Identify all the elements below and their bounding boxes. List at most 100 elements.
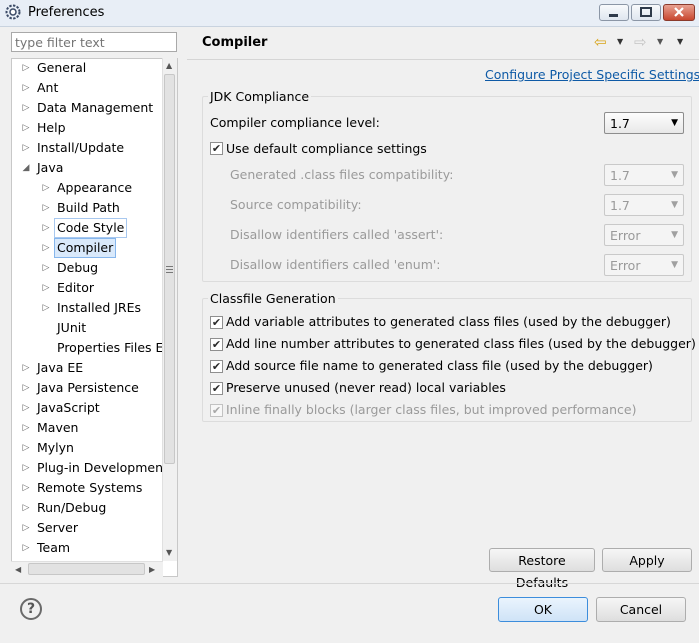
page-title: Compiler	[202, 35, 268, 50]
collapsed-twisty-icon[interactable]: ▷	[41, 279, 51, 297]
line-number-label: Add line number attributes to generated …	[226, 336, 696, 351]
scroll-down-icon[interactable]: ▼	[166, 548, 172, 557]
tree-item-label: Build Path	[57, 200, 120, 215]
assert-combo[interactable]: Error ▼	[604, 224, 684, 246]
maximize-button[interactable]	[631, 4, 661, 21]
preserve-unused-label: Preserve unused (never read) local varia…	[226, 380, 506, 395]
close-icon	[674, 7, 684, 17]
horizontal-scroll-thumb[interactable]	[28, 563, 145, 575]
tree-item-label: Properties Files Ed	[57, 340, 172, 355]
tree-item-label: JUnit	[57, 320, 87, 335]
apply-button[interactable]: Apply	[602, 548, 692, 572]
collapsed-twisty-icon[interactable]: ▷	[41, 299, 51, 317]
collapsed-twisty-icon[interactable]: ▷	[41, 239, 51, 257]
vertical-scroll-thumb[interactable]	[164, 74, 175, 464]
view-menu-icon[interactable]: ▼	[677, 37, 683, 46]
eclipse-gear-icon	[5, 4, 21, 20]
chevron-down-icon: ▼	[671, 260, 678, 270]
collapsed-twisty-icon[interactable]: ▷	[21, 379, 31, 397]
tree-item-label: Data Management	[37, 100, 154, 115]
cancel-button[interactable]: Cancel	[596, 597, 686, 622]
ok-button[interactable]: OK	[498, 597, 588, 622]
minimize-icon	[609, 14, 618, 17]
forward-arrow-icon[interactable]: ⇨	[634, 33, 647, 51]
collapsed-twisty-icon[interactable]: ▷	[41, 219, 51, 237]
tree-item-label: Help	[37, 120, 66, 135]
classfile-generation-title: Classfile Generation	[208, 291, 338, 306]
tree-item-label: Compiler	[54, 238, 117, 258]
collapsed-twisty-icon[interactable]: ▷	[21, 399, 31, 417]
compliance-level-combo[interactable]: 1.7 ▼	[604, 112, 684, 134]
back-dropdown-icon[interactable]: ▼	[617, 37, 623, 46]
inline-finally-checkbox[interactable]: ✔	[210, 404, 223, 417]
collapsed-twisty-icon[interactable]: ▷	[21, 459, 31, 477]
configure-project-settings-link[interactable]: Configure Project Specific Settings...	[485, 67, 699, 82]
footer-separator	[0, 583, 699, 584]
collapsed-twisty-icon[interactable]: ▷	[21, 119, 31, 137]
scroll-left-icon[interactable]: ◀	[15, 565, 21, 574]
help-icon[interactable]: ?	[20, 598, 42, 620]
tree-item-label: Debug	[57, 260, 99, 275]
use-default-checkbox[interactable]: ✔	[210, 142, 223, 155]
jdk-compliance-title: JDK Compliance	[208, 89, 312, 104]
restore-defaults-button[interactable]: Restore Defaults	[489, 548, 595, 590]
compliance-level-label: Compiler compliance level:	[210, 115, 380, 130]
assert-label: Disallow identifiers called 'assert':	[230, 227, 444, 242]
chevron-down-icon: ▼	[671, 200, 678, 210]
tree-item-label: Plug-in Development	[37, 460, 168, 475]
tree-item-label: Maven	[37, 420, 79, 435]
collapsed-twisty-icon[interactable]: ▷	[21, 59, 31, 77]
forward-dropdown-icon[interactable]: ▼	[657, 37, 663, 46]
generated-compat-combo[interactable]: 1.7 ▼	[604, 164, 684, 186]
variable-attributes-label: Add variable attributes to generated cla…	[226, 314, 671, 329]
tree-item-label: Remote Systems	[37, 480, 143, 495]
tree-item-label: Java EE	[37, 360, 84, 375]
collapsed-twisty-icon[interactable]: ▷	[41, 179, 51, 197]
collapsed-twisty-icon[interactable]: ▷	[41, 259, 51, 277]
expanded-twisty-icon[interactable]: ◢	[21, 159, 31, 177]
collapsed-twisty-icon[interactable]: ▷	[21, 359, 31, 377]
preferences-tree[interactable]: ▷ General ▷ Ant ▷ Data Management ▷ Help ▷ Instal…	[11, 58, 178, 577]
preserve-unused-checkbox[interactable]: ✔	[210, 382, 223, 395]
minimize-button[interactable]	[599, 4, 629, 21]
scroll-up-icon[interactable]: ▲	[166, 61, 172, 70]
collapsed-twisty-icon[interactable]: ▷	[21, 479, 31, 497]
tree-item-label: Server	[37, 520, 78, 535]
source-compat-combo[interactable]: 1.7 ▼	[604, 194, 684, 216]
collapsed-twisty-icon[interactable]: ▷	[21, 99, 31, 117]
back-arrow-icon[interactable]: ⇦	[594, 33, 607, 51]
collapsed-twisty-icon[interactable]: ▷	[41, 199, 51, 217]
collapsed-twisty-icon[interactable]: ▷	[21, 519, 31, 537]
enum-combo[interactable]: Error ▼	[604, 254, 684, 276]
variable-attributes-checkbox[interactable]: ✔	[210, 316, 223, 329]
assert-value: Error	[610, 228, 641, 243]
collapsed-twisty-icon[interactable]: ▷	[21, 139, 31, 157]
close-button[interactable]	[663, 4, 695, 21]
collapsed-twisty-icon[interactable]: ▷	[21, 79, 31, 97]
tree-item-label: Ant	[37, 80, 59, 95]
collapsed-twisty-icon[interactable]: ▷	[21, 419, 31, 437]
source-file-name-checkbox[interactable]: ✔	[210, 360, 223, 373]
title-bar	[0, 0, 699, 27]
tree-item-label: Editor	[57, 280, 94, 295]
tree-item-label: Install/Update	[37, 140, 125, 155]
tree-item-label: General	[37, 60, 87, 75]
tree-item-label: Appearance	[57, 180, 133, 195]
chevron-down-icon: ▼	[671, 230, 678, 240]
generated-compat-value: 1.7	[610, 168, 630, 183]
generated-compat-label: Generated .class files compatibility:	[230, 167, 454, 182]
line-number-checkbox[interactable]: ✔	[210, 338, 223, 351]
enum-label: Disallow identifiers called 'enum':	[230, 257, 441, 272]
tree-item-label: Run/Debug	[37, 500, 107, 515]
collapsed-twisty-icon[interactable]: ▷	[21, 439, 31, 457]
collapsed-twisty-icon[interactable]: ▷	[21, 499, 31, 517]
window-title: Preferences	[28, 5, 105, 20]
tree-item-label: Java Persistence	[37, 380, 139, 395]
tree-item-label: Installed JREs	[57, 300, 142, 315]
filter-input[interactable]	[11, 32, 177, 52]
tree-item-label: Java	[37, 160, 64, 175]
tree-item-label: Mylyn	[37, 440, 74, 455]
scroll-right-icon[interactable]: ▶	[149, 565, 155, 574]
tree-item-label: JavaScript	[37, 400, 100, 415]
collapsed-twisty-icon[interactable]: ▷	[21, 539, 31, 557]
